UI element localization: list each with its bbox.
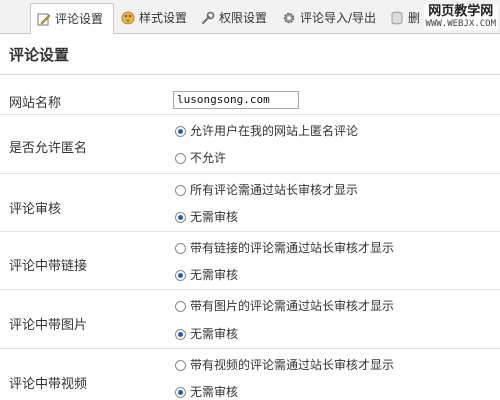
wrench-icon (201, 11, 215, 25)
radio-button[interactable] (175, 387, 186, 398)
option-label: 允许用户在我的网站上匿名评论 (190, 124, 359, 138)
tab-label: 评论设置 (55, 12, 104, 26)
tab-import-export[interactable]: 评论导入/导出 (276, 4, 376, 32)
watermark: 网页教学网 WWW.WEBJX.COM (423, 4, 498, 30)
gear-icon (283, 12, 295, 24)
page-title: 评论设置 (9, 46, 70, 64)
option-label: 不允许 (190, 151, 227, 165)
pencil-icon (37, 13, 51, 26)
tab-comment-settings[interactable]: 评论设置 (30, 3, 115, 34)
tab-delete[interactable]: 删 (384, 4, 420, 32)
tab-style-settings[interactable]: 样式设置 (115, 4, 187, 32)
radio-button[interactable] (175, 126, 186, 137)
tab-label: 评论导入/导出 (300, 11, 377, 25)
tab-label: 样式设置 (139, 11, 188, 25)
option-label: 无需审核 (190, 268, 239, 282)
database-icon (391, 11, 403, 25)
radio-button[interactable] (175, 360, 186, 371)
divider (0, 114, 500, 115)
review-label: 评论审核 (9, 202, 62, 217)
option-label: 无需审核 (190, 385, 239, 399)
option-label: 带有视频的评论需通过站长审核才显示 (190, 358, 395, 372)
anonymous-label: 是否允许匿名 (9, 141, 88, 156)
videos-label: 评论中带视频 (9, 377, 88, 392)
watermark-url: WWW.WEBJX.COM (425, 19, 496, 29)
radio-button[interactable] (175, 153, 186, 164)
watermark-title: 网页教学网 (428, 4, 494, 19)
divider (0, 74, 500, 75)
links-label: 评论中带链接 (9, 259, 88, 274)
option-label: 带有链接的评论需通过站长审核才显示 (190, 241, 395, 255)
option-label: 所有评论需通过站长审核才显示 (190, 183, 359, 197)
divider (0, 289, 500, 290)
option-label: 带有图片的评论需通过站长审核才显示 (190, 299, 395, 313)
images-label: 评论中带图片 (9, 318, 88, 333)
site-name-label: 网站名称 (9, 96, 62, 111)
radio-button[interactable] (175, 301, 186, 312)
divider (0, 173, 500, 174)
radio-button[interactable] (175, 185, 186, 196)
tab-label: 删 (408, 11, 421, 25)
tab-label: 权限设置 (219, 11, 268, 25)
tab-permission-settings[interactable]: 权限设置 (195, 4, 267, 32)
option-label: 无需审核 (190, 327, 239, 341)
option-label: 无需审核 (190, 210, 239, 224)
radio-button[interactable] (175, 329, 186, 340)
divider (0, 348, 500, 349)
radio-button[interactable] (175, 243, 186, 254)
palette-icon (121, 11, 135, 25)
tab-bar: 评论设置 样式设置 权限设置 评论导入/导出 删 网页教学网 WWW.WEBJX… (0, 0, 500, 34)
radio-button[interactable] (175, 212, 186, 223)
divider (0, 231, 500, 232)
site-name-input[interactable] (173, 91, 299, 109)
radio-button[interactable] (175, 270, 186, 281)
